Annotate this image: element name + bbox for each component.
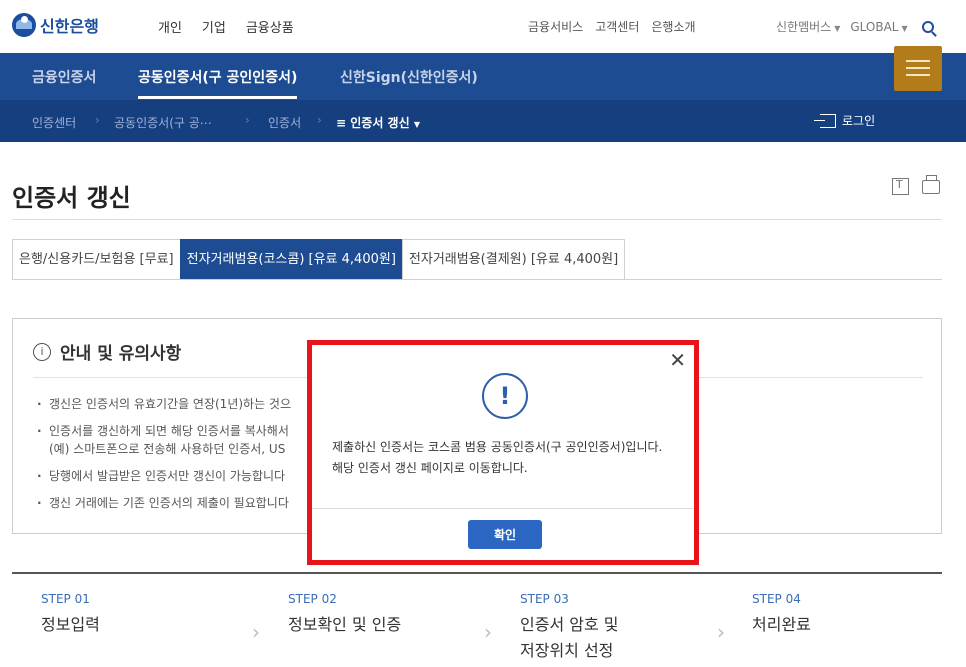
chevron-right-icon: ›: [95, 113, 100, 127]
util-financial-service[interactable]: 금융서비스: [528, 18, 583, 35]
chevron-right-icon: ›: [317, 113, 322, 127]
gnb-item-corporate[interactable]: 기업: [202, 17, 226, 36]
logo-icon: [12, 13, 36, 37]
caret-down-icon: ▼: [901, 23, 908, 33]
print-icon[interactable]: [922, 175, 940, 194]
page-title: 인증서 갱신: [12, 184, 131, 212]
util-bank-intro[interactable]: 은행소개: [651, 18, 695, 35]
info-icon: i: [33, 342, 51, 361]
breadcrumb: 인증센터 › 공동인증서(구 공⋯ › 인증서 › ≡ 인증서 갱신 ▼ 로그인: [0, 100, 966, 142]
list-item: 갱신은 인증서의 유효기간을 연장(1년)하는 것으: [37, 395, 291, 413]
breadcrumb-item[interactable]: 인증서: [268, 114, 301, 131]
font-size-icon[interactable]: [892, 178, 909, 195]
step-3: STEP 03 인증서 암호 및 저장위치 선정: [520, 592, 619, 660]
divider: [12, 279, 942, 280]
util-customer-center[interactable]: 고객센터: [595, 18, 639, 35]
chevron-right-icon: ›: [252, 620, 260, 644]
progress-steps: STEP 01 정보입력 › STEP 02 정보확인 및 인증 › STEP …: [12, 572, 942, 667]
breadcrumb-current[interactable]: ≡ 인증서 갱신 ▼: [336, 114, 420, 131]
tab-shinhan-sign[interactable]: 신한Sign(신한인증서): [340, 67, 478, 87]
chevron-right-icon: ›: [717, 620, 725, 644]
utility-nav: 금융서비스 고객센터 은행소개: [528, 18, 696, 35]
exclamation-icon: !: [482, 373, 528, 419]
login-button[interactable]: 로그인: [814, 112, 875, 129]
global-dropdown[interactable]: GLOBAL ▼: [850, 20, 907, 34]
shinhan-logo[interactable]: 신한은행: [12, 13, 99, 37]
chevron-right-icon: ›: [484, 620, 492, 644]
step-2: STEP 02 정보확인 및 인증: [288, 592, 402, 634]
list-item: 인증서를 갱신하게 되면 해당 인증서를 복사해서(예) 스마트폰으로 전송해 …: [37, 422, 291, 458]
logo-text: 신한은행: [40, 17, 99, 36]
confirm-button[interactable]: 확인: [468, 520, 542, 549]
active-tab-underline: [138, 96, 298, 99]
divider: [312, 508, 694, 509]
list-item: 갱신 거래에는 기존 인증서의 제출이 필요합니다: [37, 494, 291, 512]
subtab-kftc[interactable]: 전자거래범용(결제원) [유료 4,400원]: [401, 239, 626, 280]
certificate-tabs: 금융인증서 공동인증서(구 공인인증서) 신한Sign(신한인증서): [0, 53, 966, 100]
tab-financial-certificate[interactable]: 금융인증서: [32, 67, 96, 87]
subtab-koscom[interactable]: 전자거래범용(코스콤) [유료 4,400원]: [179, 239, 402, 280]
top-header: 신한은행 개인 기업 금융상품 금융서비스 고객센터 은행소개 신한멤버스 ▼ G…: [0, 0, 966, 53]
caret-down-icon: ▼: [834, 24, 841, 33]
gnb-item-products[interactable]: 금융상품: [246, 17, 294, 36]
login-icon: [814, 113, 836, 128]
step-1: STEP 01 정보입력: [41, 592, 100, 634]
shinhan-members-dropdown[interactable]: 신한멤버스 ▼: [776, 18, 840, 35]
notice-title: i 안내 및 유의사항: [33, 339, 181, 364]
dialog-message: 제출하신 인증서는 코스콤 범용 공동인증서(구 공인인증서)입니다. 해당 인…: [332, 440, 663, 475]
gnb-item-personal[interactable]: 개인: [158, 17, 182, 36]
step-4: STEP 04 처리완료: [752, 592, 811, 634]
notice-list: 갱신은 인증서의 유효기간을 연장(1년)하는 것으 인증서를 갱신하게 되면 …: [37, 395, 291, 521]
chevron-right-icon: ›: [245, 113, 250, 127]
list-item: 당행에서 발급받은 인증서만 갱신이 가능합니다: [37, 467, 291, 485]
subtab-bank-free[interactable]: 은행/신용카드/보험용 [무료]: [12, 239, 180, 280]
tab-joint-certificate[interactable]: 공동인증서(구 공인인증서): [138, 67, 298, 99]
divider: [12, 219, 942, 220]
caret-down-icon: ▼: [413, 120, 420, 129]
breadcrumb-item[interactable]: 인증센터: [32, 114, 76, 131]
search-icon[interactable]: [921, 20, 934, 33]
hamburger-menu-icon[interactable]: [894, 46, 942, 91]
global-nav: 개인 기업 금융상품: [158, 17, 294, 36]
utility-nav-secondary: 신한멤버스 ▼ GLOBAL ▼: [776, 18, 934, 35]
breadcrumb-item[interactable]: 공동인증서(구 공⋯: [114, 114, 212, 131]
close-icon[interactable]: ✕: [669, 349, 686, 371]
certificate-type-tabs: 은행/신용카드/보험용 [무료] 전자거래범용(코스콤) [유료 4,400원]…: [12, 239, 626, 280]
alert-dialog: ✕ ! 제출하신 인증서는 코스콤 범용 공동인증서(구 공인인증서)입니다. …: [307, 340, 699, 565]
